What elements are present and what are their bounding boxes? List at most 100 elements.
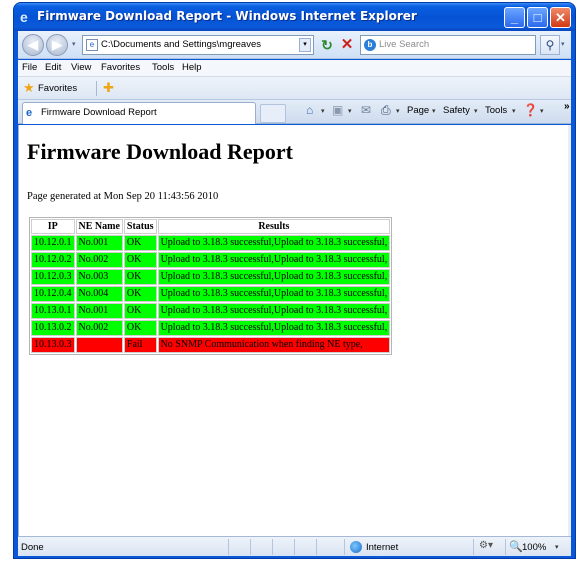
page-title: Firmware Download Report bbox=[27, 139, 293, 164]
favorites-button[interactable]: Favorites bbox=[38, 83, 77, 94]
title-bar[interactable]: e Firmware Download Report - Windows Int… bbox=[14, 3, 575, 31]
cell-ip: 10.12.0.2 bbox=[31, 252, 75, 268]
print-dropdown-icon[interactable]: ▾ bbox=[396, 107, 400, 115]
zoom-level[interactable]: 100% bbox=[522, 542, 546, 553]
cell-ne-name: No.002 bbox=[75, 320, 123, 336]
vertical-scrollbar[interactable] bbox=[568, 125, 571, 536]
url-dropdown-icon[interactable]: ▾ bbox=[299, 38, 311, 52]
table-header-row: IP NE Name Status Results bbox=[31, 219, 391, 234]
cell-ne-name: No.001 bbox=[75, 235, 123, 251]
internet-zone-icon bbox=[350, 541, 362, 553]
cell-status: OK bbox=[123, 269, 157, 285]
cell-results: Upload to 3.18.3 successful,Upload to 3.… bbox=[157, 286, 391, 302]
favorites-bar: ★ Favorites ✚ bbox=[18, 77, 571, 100]
cell-ip: 10.13.0.2 bbox=[31, 320, 75, 336]
protected-mode-icon[interactable]: ⚙▾ bbox=[479, 540, 493, 551]
ie-logo-icon: e bbox=[20, 9, 28, 25]
add-favorite-icon[interactable]: ✚ bbox=[103, 80, 114, 96]
search-options-icon[interactable]: ▾ bbox=[561, 35, 570, 55]
status-divider bbox=[294, 539, 295, 555]
page-content: Firmware Download Report Page generated … bbox=[18, 125, 571, 536]
menu-tools[interactable]: Tools bbox=[152, 62, 174, 73]
cell-ip: 10.13.0.3 bbox=[31, 337, 75, 353]
status-divider bbox=[250, 539, 251, 555]
feeds-icon[interactable]: ▣ bbox=[332, 104, 343, 117]
favorites-star-icon[interactable]: ★ bbox=[23, 81, 35, 95]
minimize-button[interactable]: _ bbox=[504, 7, 525, 28]
status-divider bbox=[473, 539, 474, 555]
cell-status: OK bbox=[123, 303, 157, 319]
maximize-button[interactable]: □ bbox=[527, 7, 548, 28]
tools-menu[interactable]: Tools bbox=[485, 105, 507, 116]
firmware-report-table: IP NE Name Status Results 10.12.0.1 No.00… bbox=[29, 217, 393, 355]
back-button[interactable]: ◀ bbox=[22, 34, 44, 56]
search-button[interactable]: ⚲ bbox=[540, 35, 560, 55]
table-row: 10.12.0.3 No.003 OK Upload to 3.18.3 succes… bbox=[31, 269, 391, 285]
more-commands-icon[interactable]: » bbox=[564, 101, 570, 112]
cell-status: Fail bbox=[123, 337, 157, 353]
table-row: 10.13.0.2 No.002 OK Upload to 3.18.3 succes… bbox=[31, 320, 391, 336]
search-placeholder: Live Search bbox=[379, 39, 430, 50]
search-input[interactable]: b Live Search bbox=[360, 35, 536, 55]
zoom-dropdown-icon[interactable]: ▾ bbox=[555, 543, 559, 551]
cell-ne-name: No.003 bbox=[75, 269, 123, 285]
security-zone-label[interactable]: Internet bbox=[366, 542, 398, 553]
feeds-dropdown-icon[interactable]: ▾ bbox=[348, 107, 352, 115]
cell-status: OK bbox=[123, 252, 157, 268]
menu-favorites[interactable]: Favorites bbox=[101, 62, 140, 73]
refresh-icon[interactable]: ↻ bbox=[318, 35, 336, 55]
close-button[interactable]: ✕ bbox=[550, 7, 571, 28]
print-icon[interactable]: ⎙ bbox=[381, 104, 391, 117]
status-text: Done bbox=[21, 542, 44, 553]
mail-icon[interactable]: ✉ bbox=[361, 104, 371, 117]
page-dropdown-icon[interactable]: ▾ bbox=[432, 107, 436, 115]
status-divider bbox=[344, 539, 345, 555]
menu-file[interactable]: File bbox=[22, 62, 37, 73]
cell-status: OK bbox=[123, 320, 157, 336]
url-field[interactable]: e C:\Documents and Settings\mgreaves ▾ bbox=[82, 35, 314, 55]
url-text: C:\Documents and Settings\mgreaves bbox=[101, 39, 261, 50]
help-icon[interactable]: ❓ bbox=[523, 104, 538, 117]
tab-firmware-report[interactable]: e Firmware Download Report bbox=[22, 102, 256, 124]
column-header-ne-name: NE Name bbox=[75, 219, 123, 234]
safety-dropdown-icon[interactable]: ▾ bbox=[474, 107, 478, 115]
zoom-icon[interactable]: 🔍 bbox=[509, 540, 523, 553]
home-dropdown-icon[interactable]: ▾ bbox=[321, 107, 325, 115]
menu-edit[interactable]: Edit bbox=[45, 62, 61, 73]
cell-ip: 10.13.0.1 bbox=[31, 303, 75, 319]
cell-status: OK bbox=[123, 286, 157, 302]
table-body: 10.12.0.1 No.001 OK Upload to 3.18.3 succes… bbox=[31, 235, 391, 353]
stop-icon[interactable]: ✕ bbox=[338, 35, 356, 55]
cell-ne-name bbox=[75, 337, 123, 353]
cell-status: OK bbox=[123, 235, 157, 251]
status-divider bbox=[272, 539, 273, 555]
history-dropdown-icon[interactable]: ▾ bbox=[72, 40, 76, 48]
live-search-icon: b bbox=[364, 39, 376, 51]
new-tab-button[interactable] bbox=[260, 104, 286, 123]
table-row: 10.13.0.1 No.001 OK Upload to 3.18.3 succes… bbox=[31, 303, 391, 319]
help-dropdown-icon[interactable]: ▾ bbox=[540, 107, 544, 115]
menu-help[interactable]: Help bbox=[182, 62, 202, 73]
page-menu[interactable]: Page bbox=[407, 105, 429, 116]
cell-results: Upload to 3.18.3 successful,Upload to 3.… bbox=[157, 269, 391, 285]
cell-ip: 10.12.0.3 bbox=[31, 269, 75, 285]
status-bar: Done Internet ⚙▾ 🔍 100% ▾ bbox=[18, 536, 571, 556]
tab-bar: e Firmware Download Report ⌂ ▾ ▣ ▾ ✉ ⎙ ▾… bbox=[18, 100, 571, 124]
column-header-results: Results bbox=[157, 219, 391, 234]
forward-button[interactable]: ▶ bbox=[46, 34, 68, 56]
home-icon[interactable]: ⌂ bbox=[306, 104, 313, 117]
cell-results: Upload to 3.18.3 successful,Upload to 3.… bbox=[157, 252, 391, 268]
safety-menu[interactable]: Safety bbox=[443, 105, 470, 116]
menu-view[interactable]: View bbox=[71, 62, 91, 73]
cell-ip: 10.12.0.1 bbox=[31, 235, 75, 251]
cell-results: Upload to 3.18.3 successful,Upload to 3.… bbox=[157, 320, 391, 336]
window-title: Firmware Download Report - Windows Inter… bbox=[37, 9, 417, 23]
table-row: 10.12.0.1 No.001 OK Upload to 3.18.3 succes… bbox=[31, 235, 391, 251]
tools-dropdown-icon[interactable]: ▾ bbox=[512, 107, 516, 115]
favorites-separator bbox=[96, 81, 97, 96]
table-row: 10.13.0.3 Fail No SNMP Communication when … bbox=[31, 337, 391, 353]
generated-timestamp: Page generated at Mon Sep 20 11:43:56 20… bbox=[27, 191, 219, 202]
tab-page-icon: e bbox=[26, 107, 33, 119]
address-bar: ◀ ▶ ▾ e C:\Documents and Settings\mgreav… bbox=[18, 31, 571, 59]
cell-ne-name: No.004 bbox=[75, 286, 123, 302]
